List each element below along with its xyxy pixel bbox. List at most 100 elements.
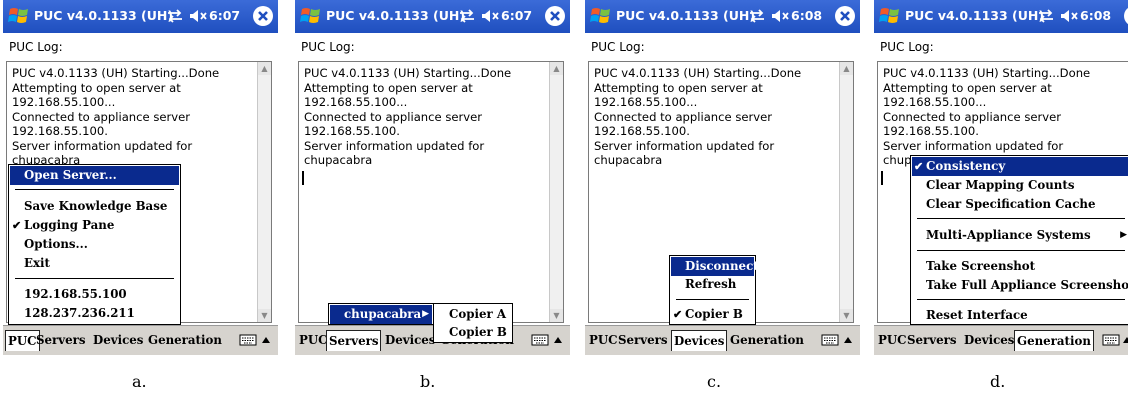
- log-line: 192.168.55.100.: [12, 124, 108, 138]
- menu-item-copier-a[interactable]: Copier A: [435, 305, 511, 324]
- menu-generation[interactable]: Generation: [1014, 330, 1094, 351]
- puc-menu: Open Server... Save Knowledge Base ✔ Logg…: [8, 164, 181, 325]
- scroll-down-icon[interactable]: ▼: [840, 309, 853, 322]
- speaker-muted-icon[interactable]: [480, 8, 500, 24]
- speaker-muted-icon[interactable]: [1059, 8, 1079, 24]
- screen-a: PUC v4.0.1133 (UH) 6:07 PUC Log: PUC v4.…: [3, 0, 278, 355]
- menu-item-label: Copier B: [685, 307, 743, 321]
- submenu-arrow-icon: ▶: [422, 309, 429, 319]
- menu-servers[interactable]: Servers: [905, 330, 958, 351]
- clock[interactable]: 6:07: [501, 8, 532, 23]
- chevron-up-icon[interactable]: [1122, 335, 1128, 345]
- menu-item-server-1[interactable]: 192.168.55.100: [10, 285, 179, 304]
- windows-logo-icon[interactable]: [589, 5, 613, 27]
- menu-item-copier-b[interactable]: Copier B: [435, 323, 511, 342]
- menu-devices[interactable]: Devices: [91, 330, 145, 351]
- chevron-up-icon[interactable]: [553, 335, 563, 345]
- menu-item-server-2[interactable]: 128.237.236.211: [10, 304, 179, 323]
- menu-item-take-full-appliance-screenshot[interactable]: Take Full Appliance Screenshot: [912, 276, 1128, 295]
- log-line: Attempting to open server at: [594, 80, 763, 95]
- close-button[interactable]: [835, 6, 855, 26]
- log-line: 192.168.55.100...: [12, 95, 116, 109]
- menu-item-label: Clear Specification Cache: [926, 197, 1096, 211]
- menu-item-clear-mapping-counts[interactable]: Clear Mapping Counts: [912, 176, 1128, 195]
- menu-devices[interactable]: Devices: [383, 330, 437, 351]
- scrollbar[interactable]: ▲ ▼: [839, 62, 853, 322]
- clock[interactable]: 6:08: [1080, 8, 1111, 23]
- menu-item-options[interactable]: Options...: [10, 235, 179, 254]
- close-icon: [1125, 9, 1128, 23]
- title-bar: PUC v4.0.1133 (UH) 6:07: [3, 0, 278, 33]
- log-text: PUC v4.0.1133 (UH) Starting...Done Attemp…: [594, 66, 801, 168]
- menu-item-label: Clear Mapping Counts: [926, 178, 1075, 192]
- log-line: Attempting to open server at: [883, 80, 1052, 95]
- log-line: Attempting to open server at: [12, 80, 181, 95]
- close-button[interactable]: [545, 6, 565, 26]
- title-bar: PUC v4.0.1133 (UH) 6:08: [874, 0, 1128, 33]
- menu-devices[interactable]: Devices: [671, 330, 728, 351]
- keyboard-icon[interactable]: [531, 333, 549, 347]
- scroll-down-icon[interactable]: ▼: [258, 309, 271, 322]
- log-textbox[interactable]: PUC v4.0.1133 (UH) Starting...Done Attemp…: [298, 61, 564, 323]
- menu-item-consistency[interactable]: ✔ Consistency: [912, 157, 1128, 176]
- scrollbar[interactable]: ▲ ▼: [257, 62, 271, 322]
- menu-servers[interactable]: Servers: [34, 330, 87, 351]
- keyboard-icon[interactable]: [239, 333, 257, 347]
- menu-bar: PUC Servers Devices Generation: [585, 325, 860, 355]
- text-caret: [881, 171, 883, 185]
- windows-logo-icon[interactable]: [299, 5, 323, 27]
- menu-item-chupacabra[interactable]: chupacabra ▶: [330, 305, 432, 324]
- menu-separator: [917, 218, 1125, 219]
- log-line: Connected to appliance server: [594, 109, 773, 124]
- title-bar: PUC v4.0.1133 (UH) 6:07: [295, 0, 570, 33]
- keyboard-icon[interactable]: [1102, 333, 1120, 347]
- menu-puc[interactable]: PUC: [587, 330, 620, 351]
- windows-logo-icon[interactable]: [878, 5, 902, 27]
- menu-item-logging-pane[interactable]: ✔ Logging Pane: [10, 216, 179, 235]
- close-button[interactable]: [1124, 6, 1128, 26]
- menu-servers[interactable]: Servers: [616, 330, 669, 351]
- menu-puc[interactable]: PUC: [876, 330, 909, 351]
- menu-item-open-server[interactable]: Open Server...: [10, 166, 179, 185]
- scroll-up-icon[interactable]: ▲: [258, 62, 271, 75]
- clock[interactable]: 6:07: [209, 8, 240, 23]
- menu-item-disconnect[interactable]: Disconnect: [671, 257, 759, 276]
- menu-generation[interactable]: Generation: [146, 330, 224, 351]
- menu-item-label: Copier B: [449, 325, 507, 339]
- log-line: PUC v4.0.1133 (UH) Starting...Done: [12, 66, 220, 80]
- speaker-muted-icon[interactable]: [770, 8, 790, 24]
- menu-servers[interactable]: Servers: [326, 330, 382, 351]
- connectivity-icon[interactable]: [458, 9, 476, 23]
- chevron-up-icon[interactable]: [843, 335, 853, 345]
- log-text: PUC v4.0.1133 (UH) Starting...Done Attemp…: [883, 66, 1090, 168]
- menu-generation[interactable]: Generation: [728, 330, 806, 351]
- scroll-down-icon[interactable]: ▼: [550, 309, 563, 322]
- menu-item-take-screenshot[interactable]: Take Screenshot: [912, 257, 1128, 276]
- menu-item-copier-b[interactable]: ✔ Copier B: [671, 305, 754, 324]
- chevron-up-icon[interactable]: [261, 335, 271, 345]
- scroll-up-icon[interactable]: ▲: [840, 62, 853, 75]
- log-line: Attempting to open server at: [304, 80, 473, 95]
- keyboard-icon[interactable]: [821, 333, 839, 347]
- menu-item-exit[interactable]: Exit: [10, 254, 179, 273]
- windows-logo-icon[interactable]: [7, 5, 31, 27]
- menu-item-label: chupacabra: [344, 307, 422, 321]
- menu-item-multi-appliance-systems[interactable]: Multi-Appliance Systems ▶: [912, 226, 1128, 245]
- clock[interactable]: 6:08: [791, 8, 822, 23]
- scroll-up-icon[interactable]: ▲: [550, 62, 563, 75]
- menu-item-reset-interface[interactable]: Reset Interface: [912, 306, 1128, 325]
- close-button[interactable]: [253, 6, 273, 26]
- log-label: PUC Log:: [301, 40, 355, 54]
- menu-item-refresh[interactable]: Refresh: [671, 275, 754, 294]
- connectivity-icon[interactable]: [748, 9, 766, 23]
- scrollbar[interactable]: ▲ ▼: [549, 62, 563, 322]
- menu-puc[interactable]: PUC: [297, 330, 330, 351]
- menu-item-save-knowledge-base[interactable]: Save Knowledge Base: [10, 197, 179, 216]
- log-line: 192.168.55.100...: [594, 95, 698, 109]
- connectivity-icon[interactable]: [166, 9, 184, 23]
- menu-devices[interactable]: Devices: [962, 330, 1016, 351]
- log-label: PUC Log:: [9, 40, 63, 54]
- speaker-muted-icon[interactable]: [188, 8, 208, 24]
- connectivity-icon[interactable]: [1037, 9, 1055, 23]
- menu-item-clear-specification-cache[interactable]: Clear Specification Cache: [912, 195, 1128, 214]
